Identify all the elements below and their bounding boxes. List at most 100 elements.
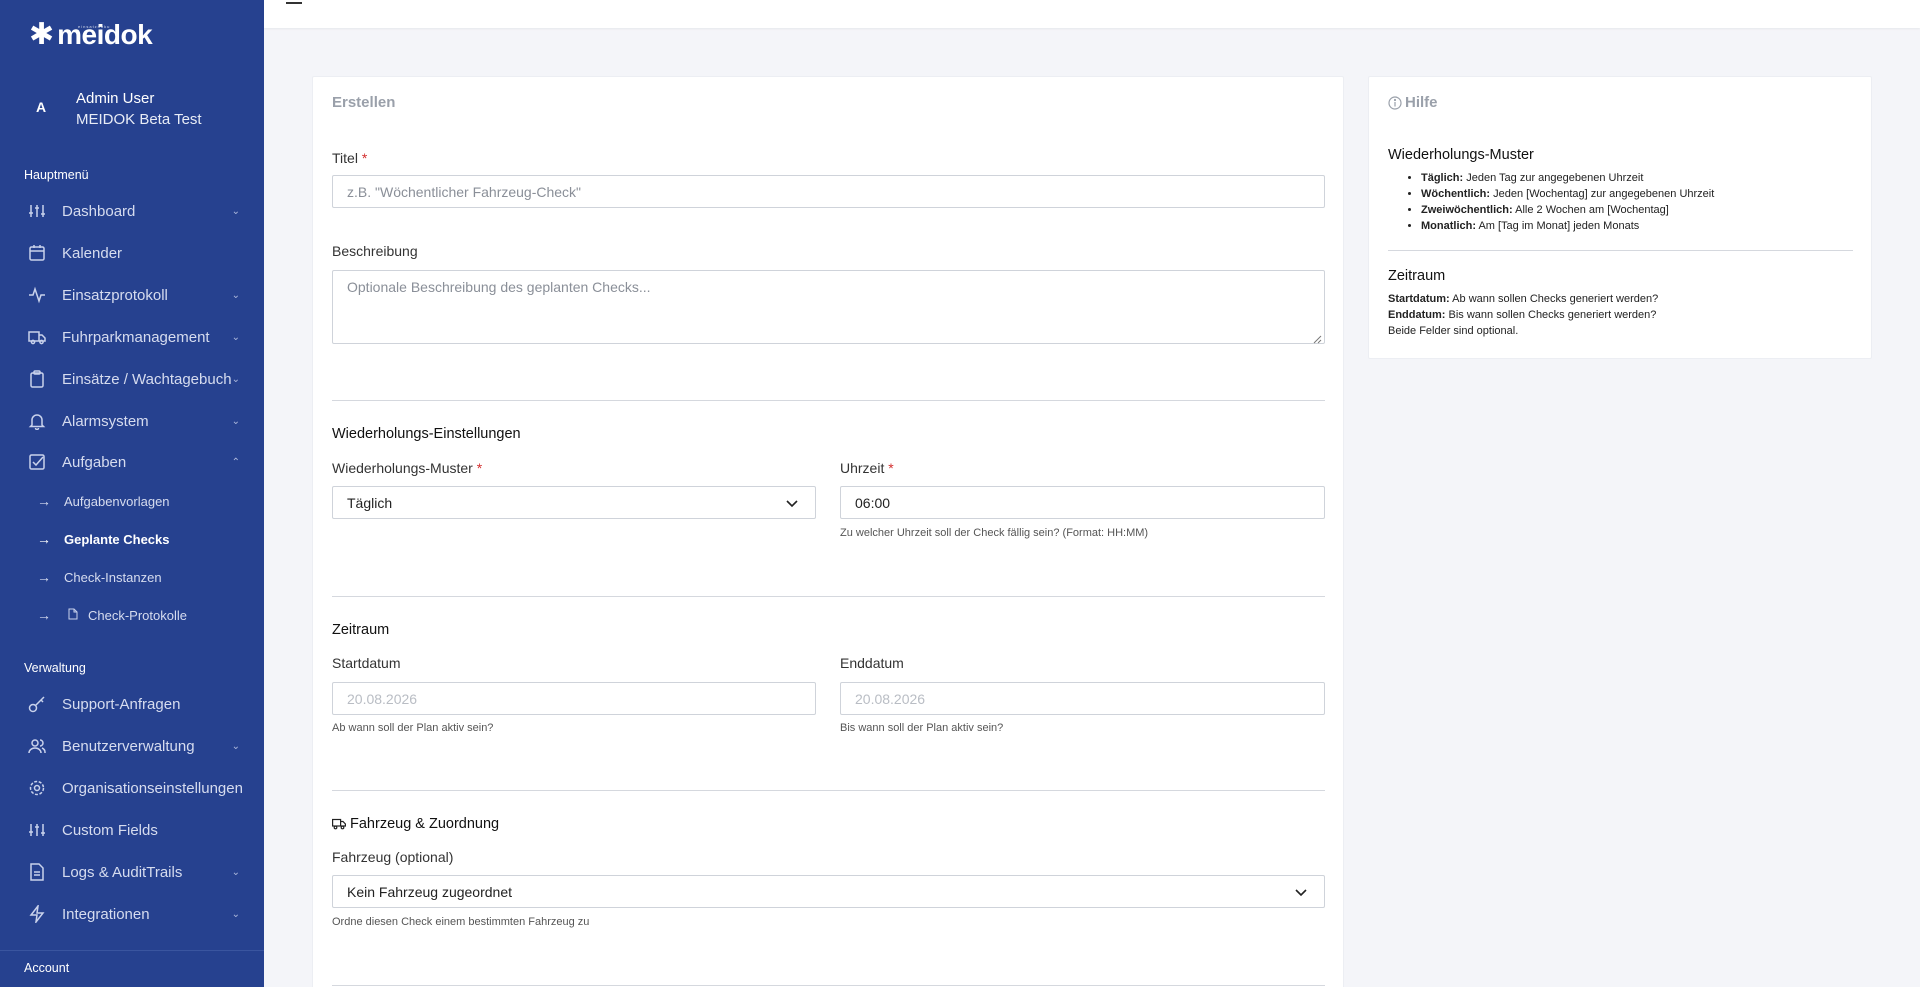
help-title: Hilfe — [1388, 94, 1438, 111]
help-card: Hilfe Wiederholungs-Muster Täglich: Jede… — [1368, 76, 1872, 359]
end-date-input[interactable]: 20.08.2026 — [840, 682, 1325, 715]
help-end-line: Enddatum: Bis wann sollen Checks generie… — [1388, 309, 1657, 321]
sidebar-item-einsaetze[interactable]: Einsätze / Wachtagebuch ⌄ — [0, 361, 264, 397]
brand-tagline: einsatzdoku — [78, 24, 111, 29]
divider — [332, 790, 1325, 791]
sliders-icon — [28, 821, 46, 839]
chevron-down-icon: ⌄ — [231, 415, 240, 427]
time-hint: Zu welcher Uhrzeit soll der Check fällig… — [840, 527, 1149, 539]
sidebar-footer: Account — [0, 950, 264, 987]
start-date-input[interactable]: 20.08.2026 — [332, 682, 816, 715]
help-title-label: Hilfe — [1405, 94, 1438, 111]
vehicle-select-value: Kein Fahrzeug zugeordnet — [347, 883, 512, 900]
zap-icon — [28, 905, 46, 923]
sliders-icon — [28, 202, 46, 220]
beschreibung-textarea[interactable]: Optionale Beschreibung des geplanten Che… — [332, 270, 1325, 344]
sidebar-subitem-label: Check-Protokolle — [88, 607, 187, 623]
textarea-placeholder: Optionale Beschreibung des geplanten Che… — [347, 279, 651, 295]
file-icon — [68, 608, 78, 623]
sidebar-item-label: Integrationen — [62, 905, 150, 923]
sidebar-item-label: Dashboard — [62, 202, 136, 220]
sidebar-item-fuhrparkmanagement[interactable]: Fuhrparkmanagement ⌄ — [0, 319, 264, 355]
sidebar-item-label: Benutzerverwaltung — [62, 737, 195, 755]
key-icon — [28, 695, 46, 713]
time-input[interactable]: 06:00 — [840, 486, 1325, 519]
list-item: Zweiwöchentlich: Alle 2 Wochen am [Woche… — [1421, 202, 1714, 218]
divider — [332, 400, 1325, 401]
activity-icon — [28, 286, 46, 304]
gear-icon — [28, 779, 46, 797]
resize-grip-icon[interactable] — [1312, 331, 1322, 344]
chevron-down-icon: ⌄ — [231, 866, 240, 878]
beschreibung-label: Beschreibung — [332, 243, 418, 259]
sidebar-item-einsatzprotokoll[interactable]: Einsatzprotokoll ⌄ — [0, 277, 264, 313]
sidebar-item-support[interactable]: Support-Anfragen — [0, 686, 264, 722]
sidebar-item-label: Organisationseinstellungen — [62, 779, 243, 797]
users-icon — [28, 737, 46, 755]
sidebar-subitem-check-instanzen[interactable]: → Check-Instanzen — [0, 562, 264, 592]
bell-icon — [28, 412, 46, 430]
vehicle-hint: Ordne diesen Check einem bestimmten Fahr… — [332, 916, 590, 928]
sidebar-subitem-aufgabenvorlagen[interactable]: → Aufgabenvorlagen — [0, 486, 264, 516]
clipboard-icon — [28, 370, 46, 388]
arrow-right-icon: → — [37, 531, 51, 547]
sidebar-item-alarmsystem[interactable]: Alarmsystem ⌄ — [0, 403, 264, 439]
arrow-right-icon: → — [37, 607, 51, 623]
sidebar-item-kalender[interactable]: Kalender — [0, 235, 264, 271]
check-square-icon — [28, 453, 46, 471]
vehicle-label: Fahrzeug (optional) — [332, 849, 454, 865]
period-section-title: Zeitraum — [332, 622, 390, 638]
vehicle-select[interactable]: Kein Fahrzeug zugeordnet — [332, 875, 1325, 908]
topbar — [264, 0, 1920, 28]
divider — [1388, 250, 1853, 251]
account-label[interactable]: Account — [24, 961, 69, 975]
titel-input[interactable]: z.B. "Wöchentlicher Fahrzeug-Check" — [332, 175, 1325, 208]
sidebar-item-organisationseinstellungen[interactable]: Organisationseinstellungen — [0, 770, 264, 806]
start-date-hint: Ab wann soll der Plan aktiv sein? — [332, 722, 494, 734]
sidebar-item-integrationen[interactable]: Integrationen ⌄ — [0, 896, 264, 932]
sidebar-item-dashboard[interactable]: Dashboard ⌄ — [0, 193, 264, 229]
list-item: Täglich: Jeden Tag zur angegebenen Uhrze… — [1421, 170, 1714, 186]
sidebar-subitem-geplante-checks[interactable]: → Geplante Checks — [0, 524, 264, 554]
sidebar-item-logs[interactable]: Logs & AuditTrails ⌄ — [0, 854, 264, 890]
list-item: Monatlich: Am [Tag im Monat] jeden Monat… — [1421, 218, 1714, 234]
truck-icon — [332, 818, 346, 830]
chevron-down-icon — [785, 496, 799, 513]
sidebar-item-label: Custom Fields — [62, 821, 158, 839]
file-text-icon — [28, 863, 46, 881]
help-start-line: Startdatum: Ab wann sollen Checks generi… — [1388, 293, 1659, 305]
sidebar-item-benutzerverwaltung[interactable]: Benutzerverwaltung ⌄ — [0, 728, 264, 764]
list-item: Wöchentlich: Jeden [Wochentag] zur angeg… — [1421, 186, 1714, 202]
time-label: Uhrzeit * — [840, 460, 894, 476]
end-date-hint: Bis wann soll der Plan aktiv sein? — [840, 722, 1004, 734]
titel-label: Titel * — [332, 150, 368, 166]
help-optional-note: Beide Felder sind optional. — [1388, 325, 1519, 337]
sidebar-item-label: Alarmsystem — [62, 412, 149, 430]
pattern-select[interactable]: Täglich — [332, 486, 816, 519]
create-form-card: Erstellen Titel * z.B. "Wöchentlicher Fa… — [312, 76, 1344, 987]
card-title: Erstellen — [332, 94, 396, 111]
sidebar-subitem-label: Geplante Checks — [64, 531, 170, 547]
sidebar-item-label: Aufgaben — [62, 453, 127, 471]
truck-icon — [28, 328, 46, 346]
sidebar-item-aufgaben[interactable]: Aufgaben ⌃ — [0, 444, 264, 480]
vehicle-section-title: Fahrzeug & Zuordnung — [332, 816, 499, 832]
divider — [332, 596, 1325, 597]
start-date-label: Startdatum — [332, 655, 401, 671]
sidebar-subitem-check-protokolle[interactable]: → Check-Protokolle — [0, 600, 264, 630]
help-pattern-heading: Wiederholungs-Muster — [1388, 147, 1534, 163]
star-of-life-icon: ✱ — [29, 18, 55, 51]
arrow-right-icon: → — [37, 493, 51, 509]
pattern-select-value: Täglich — [347, 494, 393, 511]
sidebar-item-custom-fields[interactable]: Custom Fields — [0, 812, 264, 848]
user-name: Admin User — [76, 90, 155, 107]
chevron-down-icon: ⌄ — [231, 289, 240, 301]
divider — [332, 985, 1325, 986]
chevron-down-icon: ⌄ — [231, 373, 240, 385]
sidebar-item-label: Kalender — [62, 244, 123, 262]
menu-toggle-icon[interactable] — [286, 0, 302, 4]
arrow-right-icon: → — [37, 569, 51, 585]
chevron-down-icon — [1294, 885, 1308, 902]
help-period-heading: Zeitraum — [1388, 268, 1446, 284]
chevron-down-icon: ⌄ — [231, 908, 240, 920]
